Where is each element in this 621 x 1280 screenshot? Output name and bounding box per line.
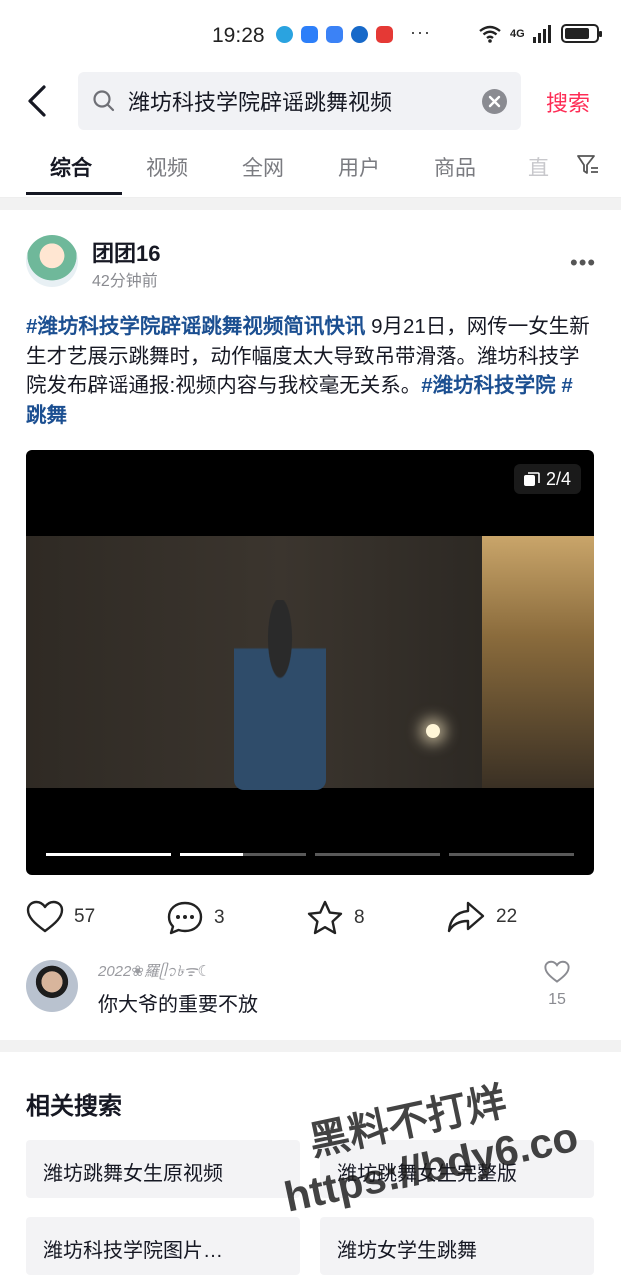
network-type: 4G (510, 27, 525, 40)
more-options-button[interactable]: ••• (570, 250, 596, 276)
hashtag-link-school[interactable]: #潍坊科技学院 (421, 374, 555, 397)
media-page-indicator: 2/4 (514, 464, 582, 494)
favorite-button[interactable]: 8 (306, 900, 365, 936)
search-button[interactable]: 搜索 (546, 86, 590, 118)
commenter-avatar[interactable] (26, 960, 78, 1012)
notification-icons (276, 26, 393, 43)
related-search-item[interactable]: 潍坊跳舞女生原视频 (26, 1140, 300, 1198)
result-tabs: 综合 视频 全网 用户 商品 直 (0, 132, 621, 198)
media-progress-fill (46, 853, 172, 856)
post-actions: 57 3 8 22 (26, 900, 594, 940)
author-avatar[interactable] (26, 235, 78, 287)
media-progress-segment (314, 853, 440, 856)
share-button[interactable]: 22 (446, 900, 517, 934)
comment-button[interactable]: 3 (166, 900, 225, 936)
clear-search-button[interactable] (482, 89, 507, 114)
tab-web[interactable]: 全网 (242, 152, 284, 182)
message-app-icon (301, 26, 318, 43)
wifi-app-icon (326, 26, 343, 43)
scene-figure (234, 600, 326, 790)
media-image (26, 536, 594, 790)
more-notifications-icon: ··· (410, 22, 431, 42)
heart-icon (544, 960, 570, 983)
heart-icon (26, 900, 64, 933)
search-input[interactable] (128, 80, 468, 122)
comment-like-count: 15 (548, 991, 566, 1008)
media-progress-fill (180, 853, 243, 856)
tab-live[interactable]: 直 (528, 152, 549, 182)
search-box[interactable] (78, 72, 521, 130)
comment-like-button[interactable]: 15 (542, 960, 572, 1009)
status-bar: 19:28 ··· 4G (0, 0, 621, 70)
tab-video[interactable]: 视频 (146, 152, 188, 182)
hashtag-link[interactable]: #潍坊科技学院辟谣跳舞视频简讯快讯 (26, 315, 365, 338)
filter-icon (577, 155, 598, 174)
author-name[interactable]: 团团16 (92, 236, 160, 268)
comment-text: 你大爷的重要不放 (98, 994, 258, 1016)
scene-light (426, 724, 440, 738)
scene-window (482, 536, 594, 788)
media-progress (46, 853, 574, 856)
share-icon (447, 901, 485, 933)
media-progress-segment (448, 853, 574, 856)
filter-button[interactable] (576, 154, 600, 181)
related-search-item[interactable]: 潍坊跳舞女生完整版 (320, 1140, 594, 1198)
wifi-icon (479, 25, 501, 43)
like-count: 57 (74, 906, 96, 927)
post-caption: #潍坊科技学院辟谣跳舞视频简讯快讯 9月21日，网传一女生新生才艺展示跳舞时，动… (26, 312, 592, 430)
battery-icon (560, 24, 602, 43)
search-icon (93, 90, 115, 112)
post-time: 42分钟前 (92, 273, 158, 290)
top-comment[interactable]: 2022❀羅ᥫ᭡৳ᯤ☾ 你大爷的重要不放 15 (26, 960, 594, 1020)
tab-comprehensive[interactable]: 综合 (50, 152, 92, 182)
back-button[interactable] (22, 82, 58, 120)
signal-icon (532, 24, 551, 43)
chevron-left-icon (28, 85, 46, 117)
comment-count: 3 (214, 907, 225, 928)
huawei-app-icon (376, 26, 393, 43)
post-card[interactable]: 团团16 42分钟前 ••• #潍坊科技学院辟谣跳舞视频简讯快讯 9月21日，网… (0, 210, 621, 1040)
system-indicators: 4G (478, 24, 602, 43)
related-search-item[interactable]: 潍坊科技学院图片… (26, 1217, 300, 1275)
star-icon (307, 900, 343, 935)
close-icon (488, 95, 501, 108)
related-search-item[interactable]: 潍坊女学生跳舞 (320, 1217, 594, 1275)
commenter-name[interactable]: 2022❀羅ᥫ᭡৳ᯤ☾ (98, 960, 211, 987)
related-searches-title: 相关搜索 (26, 1093, 122, 1120)
media-page-count: 2/4 (546, 468, 572, 489)
tab-products[interactable]: 商品 (434, 152, 476, 182)
like-button[interactable]: 57 (26, 900, 95, 934)
tab-users[interactable]: 用户 (338, 152, 380, 182)
media-progress-segment (180, 853, 306, 856)
share-count: 22 (496, 906, 518, 927)
telegram-app-icon (276, 26, 293, 43)
browser-app-icon (351, 26, 368, 43)
gallery-icon (524, 472, 540, 486)
favorite-count: 8 (354, 907, 365, 928)
status-time: 19:28 (212, 24, 265, 47)
battery-level (564, 28, 589, 39)
search-header: 搜索 (0, 70, 621, 132)
comment-icon (167, 901, 203, 935)
related-searches: 相关搜索 潍坊跳舞女生原视频 潍坊跳舞女生完整版 潍坊科技学院图片… 潍坊女学生… (0, 1052, 621, 1280)
media-carousel[interactable]: 2/4 (26, 450, 594, 875)
media-progress-segment (46, 853, 172, 856)
active-tab-indicator (26, 192, 122, 195)
